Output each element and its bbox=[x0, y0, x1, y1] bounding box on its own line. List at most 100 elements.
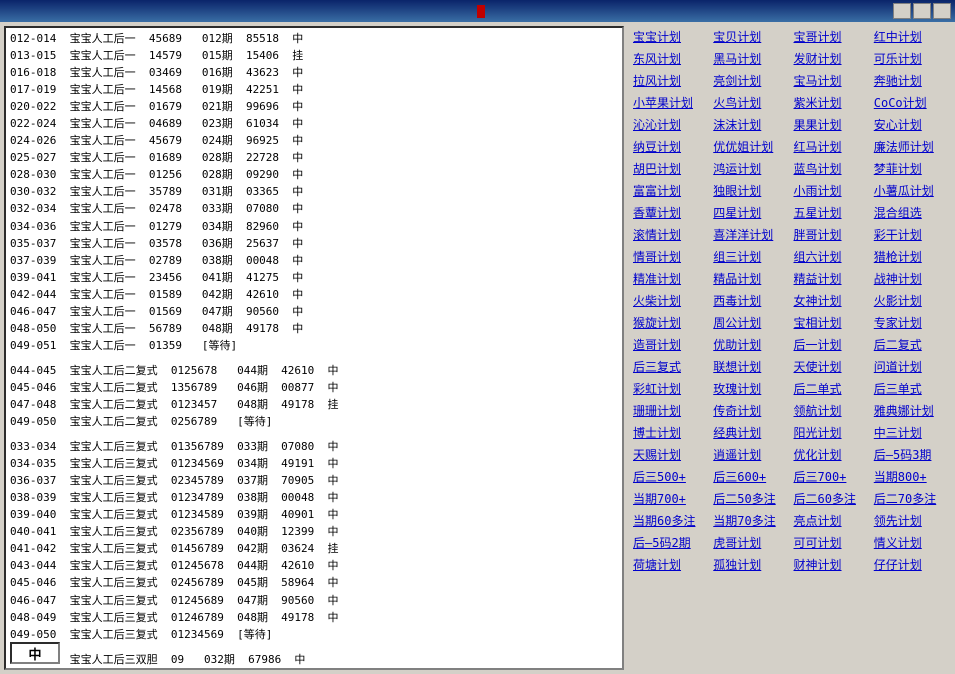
link-item[interactable]: 优优姐计划 bbox=[712, 136, 790, 157]
link-item[interactable]: 后二单式 bbox=[793, 378, 871, 399]
link-item[interactable]: 亮剑计划 bbox=[712, 70, 790, 91]
link-item[interactable]: 雅典娜计划 bbox=[873, 400, 951, 421]
link-item[interactable]: 天使计划 bbox=[793, 356, 871, 377]
link-item[interactable]: 喜洋洋计划 bbox=[712, 224, 790, 245]
link-item[interactable]: 后三500+ bbox=[632, 466, 710, 487]
link-item[interactable]: 五星计划 bbox=[793, 202, 871, 223]
link-item[interactable]: 虎哥计划 bbox=[712, 532, 790, 553]
link-item[interactable]: 胡巴计划 bbox=[632, 158, 710, 179]
link-item[interactable]: 问道计划 bbox=[873, 356, 951, 377]
window-controls[interactable] bbox=[893, 3, 951, 19]
link-item[interactable]: 天赐计划 bbox=[632, 444, 710, 465]
link-item[interactable]: 四星计划 bbox=[712, 202, 790, 223]
link-item[interactable]: 独眼计划 bbox=[712, 180, 790, 201]
link-item[interactable]: 可乐计划 bbox=[873, 48, 951, 69]
link-item[interactable]: 后三700+ bbox=[793, 466, 871, 487]
link-item[interactable]: 混合组选 bbox=[873, 202, 951, 223]
link-item[interactable]: 黑马计划 bbox=[712, 48, 790, 69]
link-item[interactable]: 廉法师计划 bbox=[873, 136, 951, 157]
link-item[interactable]: 后二70多注 bbox=[873, 488, 951, 509]
link-item[interactable]: 宝相计划 bbox=[793, 312, 871, 333]
link-item[interactable]: 滚情计划 bbox=[632, 224, 710, 245]
link-item[interactable]: 小苹果计划 bbox=[632, 92, 710, 113]
link-item[interactable]: 玫瑰计划 bbox=[712, 378, 790, 399]
link-item[interactable]: 纳豆计划 bbox=[632, 136, 710, 157]
link-item[interactable]: 传奇计划 bbox=[712, 400, 790, 421]
link-item[interactable]: 荷塘计划 bbox=[632, 554, 710, 575]
link-item[interactable]: 后二复式 bbox=[873, 334, 951, 355]
link-item[interactable]: 当期700+ bbox=[632, 488, 710, 509]
link-item[interactable]: 财神计划 bbox=[793, 554, 871, 575]
link-item[interactable]: 沁沁计划 bbox=[632, 114, 710, 135]
link-item[interactable]: 专家计划 bbox=[873, 312, 951, 333]
link-item[interactable]: 经典计划 bbox=[712, 422, 790, 443]
link-item[interactable]: 后一计划 bbox=[793, 334, 871, 355]
link-item[interactable]: 亮点计划 bbox=[793, 510, 871, 531]
data-list[interactable]: 012-014 宝宝人工后一 45689 012期 85518 中 013-01… bbox=[6, 28, 622, 668]
link-item[interactable]: 富富计划 bbox=[632, 180, 710, 201]
link-item[interactable]: 仔仔计划 bbox=[873, 554, 951, 575]
link-item[interactable]: 宝哥计划 bbox=[793, 26, 871, 47]
link-item[interactable]: CoCo计划 bbox=[873, 92, 951, 113]
link-item[interactable]: 精益计划 bbox=[793, 268, 871, 289]
link-item[interactable]: 拉风计划 bbox=[632, 70, 710, 91]
link-item[interactable]: 博士计划 bbox=[632, 422, 710, 443]
link-item[interactable]: 当期800+ bbox=[873, 466, 951, 487]
link-item[interactable]: 逍遥计划 bbox=[712, 444, 790, 465]
link-item[interactable]: 蓝鸟计划 bbox=[793, 158, 871, 179]
link-item[interactable]: 后—5码3期 bbox=[873, 444, 951, 465]
link-item[interactable]: 精准计划 bbox=[632, 268, 710, 289]
link-item[interactable]: 彩干计划 bbox=[873, 224, 951, 245]
link-item[interactable]: 组六计划 bbox=[793, 246, 871, 267]
link-item[interactable]: 安心计划 bbox=[873, 114, 951, 135]
link-item[interactable]: 火鸟计划 bbox=[712, 92, 790, 113]
link-item[interactable]: 小薯瓜计划 bbox=[873, 180, 951, 201]
link-item[interactable]: 中三计划 bbox=[873, 422, 951, 443]
link-item[interactable]: 联想计划 bbox=[712, 356, 790, 377]
link-item[interactable]: 火柴计划 bbox=[632, 290, 710, 311]
link-item[interactable]: 胖哥计划 bbox=[793, 224, 871, 245]
link-item[interactable]: 沫沫计划 bbox=[712, 114, 790, 135]
link-item[interactable]: 情哥计划 bbox=[632, 246, 710, 267]
link-item[interactable]: 优化计划 bbox=[793, 444, 871, 465]
link-item[interactable]: 猎枪计划 bbox=[873, 246, 951, 267]
link-item[interactable]: 红中计划 bbox=[873, 26, 951, 47]
link-item[interactable]: 组三计划 bbox=[712, 246, 790, 267]
link-item[interactable]: 周公计划 bbox=[712, 312, 790, 333]
link-item[interactable]: 奔驰计划 bbox=[873, 70, 951, 91]
link-item[interactable]: 精品计划 bbox=[712, 268, 790, 289]
link-item[interactable]: 香蕈计划 bbox=[632, 202, 710, 223]
link-item[interactable]: 发财计划 bbox=[793, 48, 871, 69]
link-item[interactable]: 当期70多注 bbox=[712, 510, 790, 531]
link-item[interactable]: 后—5码2期 bbox=[632, 532, 710, 553]
maximize-button[interactable] bbox=[913, 3, 931, 19]
link-item[interactable]: 情义计划 bbox=[873, 532, 951, 553]
link-item[interactable]: 彩虹计划 bbox=[632, 378, 710, 399]
link-item[interactable]: 造哥计划 bbox=[632, 334, 710, 355]
link-item[interactable]: 后三600+ bbox=[712, 466, 790, 487]
link-item[interactable]: 鸿运计划 bbox=[712, 158, 790, 179]
link-item[interactable]: 东风计划 bbox=[632, 48, 710, 69]
close-button[interactable] bbox=[933, 3, 951, 19]
link-item[interactable]: 珊珊计划 bbox=[632, 400, 710, 421]
link-item[interactable]: 优助计划 bbox=[712, 334, 790, 355]
link-item[interactable]: 可可计划 bbox=[793, 532, 871, 553]
link-item[interactable]: 小雨计划 bbox=[793, 180, 871, 201]
link-item[interactable]: 阳光计划 bbox=[793, 422, 871, 443]
link-item[interactable]: 战神计划 bbox=[873, 268, 951, 289]
link-item[interactable]: 后二60多注 bbox=[793, 488, 871, 509]
link-item[interactable]: 红马计划 bbox=[793, 136, 871, 157]
link-item[interactable]: 果果计划 bbox=[793, 114, 871, 135]
link-item[interactable]: 紫米计划 bbox=[793, 92, 871, 113]
link-item[interactable]: 当期60多注 bbox=[632, 510, 710, 531]
link-item[interactable]: 领先计划 bbox=[873, 510, 951, 531]
link-item[interactable]: 火影计划 bbox=[873, 290, 951, 311]
link-item[interactable]: 猴旋计划 bbox=[632, 312, 710, 333]
link-item[interactable]: 宝马计划 bbox=[793, 70, 871, 91]
link-item[interactable]: 领航计划 bbox=[793, 400, 871, 421]
link-item[interactable]: 女神计划 bbox=[793, 290, 871, 311]
link-item[interactable]: 梦菲计划 bbox=[873, 158, 951, 179]
link-item[interactable]: 后二50多注 bbox=[712, 488, 790, 509]
link-item[interactable]: 西毒计划 bbox=[712, 290, 790, 311]
minimize-button[interactable] bbox=[893, 3, 911, 19]
